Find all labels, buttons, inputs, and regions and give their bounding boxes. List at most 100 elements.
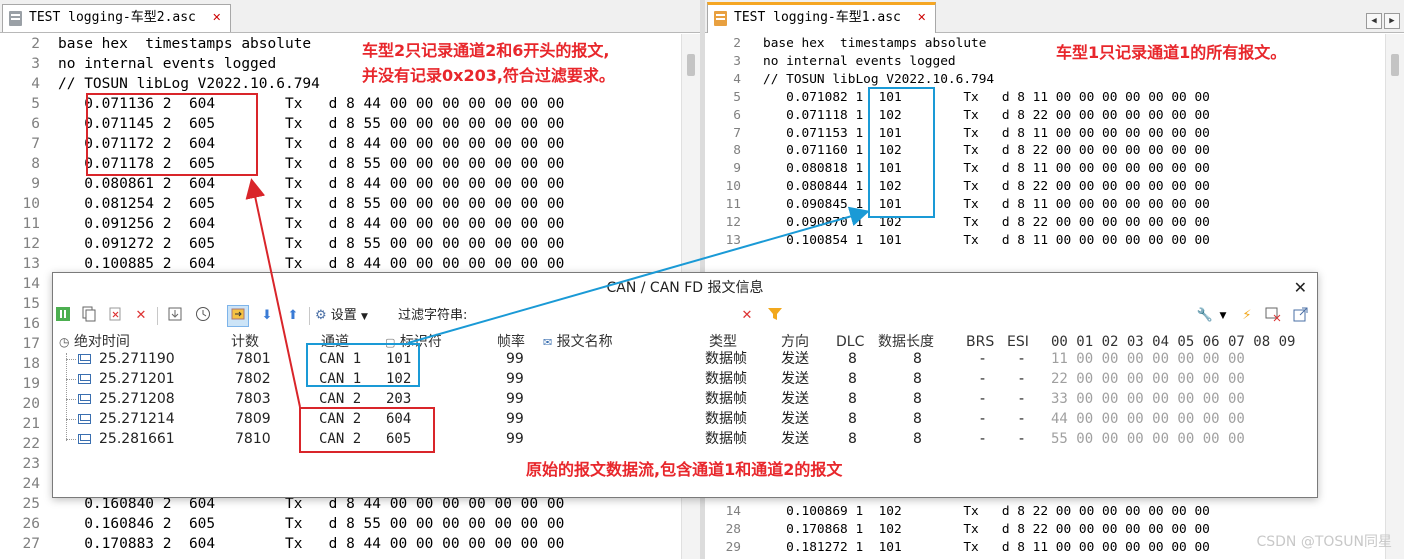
editor-line[interactable]: 14 (0, 274, 58, 294)
editor-line[interactable]: 24 (0, 474, 58, 494)
arrow-down-icon[interactable]: ⬇ (257, 306, 277, 326)
cell-type: 数据帧 (705, 391, 747, 407)
editor-line[interactable]: 11 0.091256 2 604 Tx d 8 44 00 00 00 00 … (0, 214, 565, 234)
wrench-icon[interactable]: 🔧 (1195, 306, 1215, 326)
cell-time: 25.281661 (99, 431, 175, 447)
tree-connector (66, 399, 76, 400)
line-text: 0.090870 1 102 Tx d 8 22 00 00 00 00 00 … (763, 215, 1210, 230)
line-text: 0.160840 2 604 Tx d 8 44 00 00 00 00 00 … (58, 496, 565, 512)
cell-data: 55 00 00 00 00 00 00 00 (1051, 431, 1245, 447)
line-number: 22 (22, 436, 40, 452)
cell-esi: - (1019, 411, 1025, 427)
scroll-bottom-icon[interactable] (165, 306, 185, 326)
clear-filter-icon[interactable]: ✕ (737, 306, 757, 326)
line-text: 0.071160 1 102 Tx d 8 22 00 00 00 00 00 … (763, 143, 1210, 159)
line-number: 23 (22, 456, 40, 472)
close-icon[interactable]: ✕ (210, 11, 224, 25)
clear-copy-icon[interactable] (105, 306, 125, 326)
editor-line[interactable]: 23 (0, 454, 58, 474)
line-number: 15 (22, 296, 40, 312)
cell-len: 8 (913, 431, 922, 447)
tab-scroll-right-icon[interactable]: ▶ (1384, 13, 1400, 29)
editor-line[interactable]: 21 (0, 414, 58, 434)
table-row[interactable]: 25.271190 7801 CAN 1 101 99 数据帧 发送 8 8- -11 00 00… (53, 349, 1317, 369)
cell-brs: - (980, 371, 986, 387)
close-icon[interactable]: ✕ (915, 11, 929, 25)
detach-window-icon[interactable] (1291, 306, 1311, 326)
editor-line[interactable]: 16 (0, 314, 58, 334)
editor-line[interactable]: 12 0.091272 2 605 Tx d 8 55 00 00 00 00 … (0, 234, 565, 254)
cell-count: 7802 (235, 371, 271, 387)
table-row[interactable]: 25.271214 7809 CAN 2 604 99 数据帧 发送 8 8- -44 00 00… (53, 409, 1317, 429)
right-scrollbar[interactable] (1385, 34, 1404, 559)
tab-right-file[interactable]: TEST logging-车型1.asc ✕ (707, 2, 936, 33)
right-highlight-box (868, 87, 935, 218)
arrow-up-icon[interactable]: ⬆ (283, 306, 303, 326)
delete-icon[interactable]: ✕ (131, 306, 151, 326)
line-text: 0.081254 2 605 Tx d 8 55 00 00 00 00 00 … (58, 196, 565, 212)
cell-count: 7803 (235, 391, 271, 407)
table-row[interactable]: 25.281661 7810 CAN 2 605 99 数据帧 发送 8 8- -55 00 00… (53, 429, 1317, 449)
line-number: 14 (22, 276, 40, 292)
toolbar-separator (157, 307, 158, 325)
table-row[interactable]: 25.271208 7803 CAN 2 203 99 数据帧 发送 8 8 - - 33 00 00… (53, 389, 1317, 409)
pause-icon[interactable] (53, 306, 73, 326)
editor-line[interactable]: 7 0.071172 2 604 Tx d 8 44 00 00 00 00 0… (0, 134, 564, 154)
message-icon (78, 394, 91, 404)
editor-line[interactable]: 26 0.160846 2 605 Tx d 8 55 00 00 00 00 … (0, 514, 565, 534)
cell-dir: 发送 (781, 411, 809, 427)
editor-line[interactable]: 3 no internal events logged (0, 54, 276, 74)
editor-line[interactable]: 20 (0, 394, 58, 414)
editor-line[interactable]: 27 0.170883 2 604 Tx d 8 44 00 00 00 00 … (0, 534, 565, 554)
editor-line[interactable]: 13 0.100854 1 101 Tx d 8 11 00 00 00 00 … (705, 231, 1210, 251)
editor-line[interactable]: 18 (0, 354, 58, 374)
tree-view-icon[interactable] (227, 305, 249, 327)
editor-line[interactable]: 4 // TOSUN libLog V2022.10.6.794 (0, 74, 320, 94)
editor-line[interactable]: 2 base hex timestamps absolute (0, 34, 311, 54)
cell-type: 数据帧 (705, 371, 747, 387)
editor-line[interactable]: 10 0.081254 2 605 Tx d 8 55 00 00 00 00 … (0, 194, 565, 214)
filter-icon[interactable] (765, 306, 785, 326)
cell-len: 8 (913, 411, 922, 427)
tab-left-file[interactable]: TEST logging-车型2.asc ✕ (2, 4, 231, 32)
editor-line[interactable]: 17 (0, 334, 58, 354)
editor-line[interactable]: 9 0.080861 2 604 Tx d 8 44 00 00 00 00 0… (0, 174, 564, 194)
editor-line[interactable]: 13 0.100885 2 604 Tx d 8 44 00 00 00 00 … (0, 254, 565, 274)
watermark: CSDN @TOSUN同星 (1256, 534, 1392, 550)
cell-dlc: 8 (848, 351, 857, 367)
chevron-down-icon[interactable]: ▼ (1213, 306, 1233, 326)
line-text: 0.170883 2 604 Tx d 8 44 00 00 00 00 00 … (58, 536, 565, 552)
tab-scroll-left-icon[interactable]: ◀ (1366, 13, 1382, 29)
lightning-icon[interactable]: ⚡ (1237, 306, 1257, 326)
filter-input[interactable] (477, 306, 731, 326)
cell-brs: - (980, 411, 986, 427)
editor-line[interactable]: 15 (0, 294, 58, 314)
annotation-left-line1: 车型2只记录通道2和6开头的报文, (362, 41, 610, 60)
table-row[interactable]: 25.271201 7802 CAN 1 102 99 数据帧 发送 8 8- -22 00 00… (53, 369, 1317, 389)
clear-window-icon[interactable] (1263, 306, 1283, 326)
tab-left-title: TEST logging-车型2.asc (29, 10, 196, 25)
editor-line[interactable]: 6 0.071145 2 605 Tx d 8 55 00 00 00 00 0… (0, 114, 564, 134)
line-text: base hex timestamps absolute (58, 36, 312, 52)
clock-icon: ◷ (59, 335, 70, 349)
cell-dlc: 8 (848, 371, 857, 387)
settings-dropdown[interactable]: ⚙ 设置 ▼ (315, 306, 368, 326)
clock-icon[interactable] (193, 306, 213, 326)
scrollbar-thumb[interactable] (1391, 54, 1399, 76)
file-icon (714, 11, 727, 26)
line-number: 4 (31, 76, 40, 92)
cell-count: 7810 (235, 431, 271, 447)
toolbar-separator (309, 307, 310, 325)
cell-dir: 发送 (781, 391, 809, 407)
editor-line[interactable]: 19 (0, 374, 58, 394)
settings-label: 设置 (330, 308, 357, 323)
editor-line[interactable]: 8 0.071178 2 605 Tx d 8 55 00 00 00 00 0… (0, 154, 564, 174)
dialog-close-button[interactable]: ✕ (1294, 273, 1307, 303)
cell-dlc: 8 (848, 391, 857, 407)
scrollbar-thumb[interactable] (687, 54, 695, 76)
copy-icon[interactable] (79, 306, 99, 326)
line-number: 6 (31, 116, 40, 132)
editor-line[interactable]: 22 (0, 434, 58, 454)
line-number: 27 (22, 536, 40, 552)
editor-line[interactable]: 5 0.071136 2 604 Tx d 8 44 00 00 00 00 0… (0, 94, 564, 114)
